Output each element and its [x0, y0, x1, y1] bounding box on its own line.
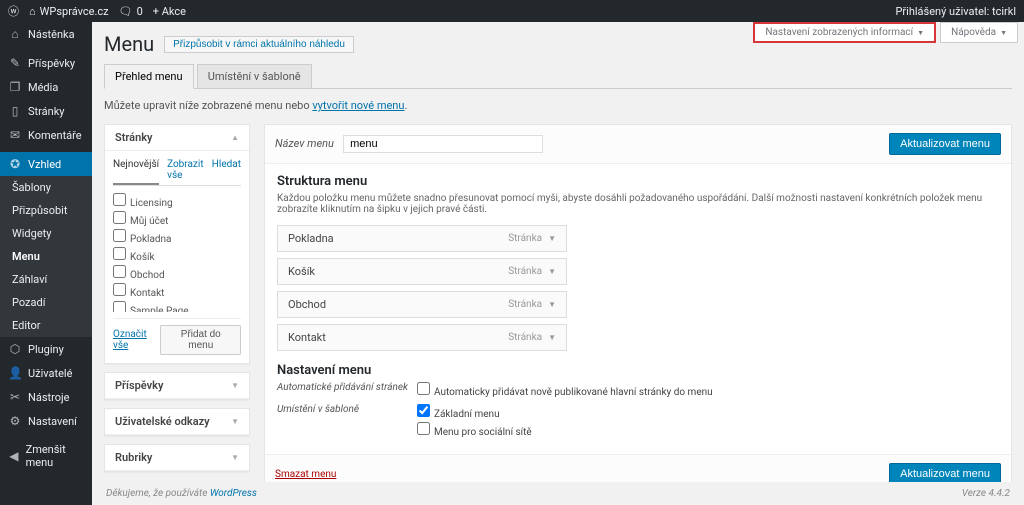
- sidebar-appearance-submenu: Šablony Přizpůsobit Widgety Menu Záhlaví…: [0, 176, 92, 337]
- sidebar-item-widgets[interactable]: Widgety: [0, 222, 92, 245]
- sidebar-item-posts[interactable]: ✎Příspěvky: [0, 51, 92, 75]
- chevron-down-icon: ▼: [231, 417, 239, 426]
- comment-icon: ✉: [8, 128, 22, 142]
- menu-item[interactable]: ObchodStránka▼: [277, 291, 567, 318]
- metabox-posts: Příspěvky▼: [104, 372, 250, 400]
- admin-footer: Děkujeme, že používáte WordPress Verze 4…: [92, 482, 1024, 505]
- menu-item[interactable]: PokladnaStránka▼: [277, 225, 567, 252]
- info-text: Můžete upravit níže zobrazené menu nebo …: [104, 99, 1012, 112]
- sidebar-item-header[interactable]: Záhlaví: [0, 268, 92, 291]
- sidebar-collapse[interactable]: ◀Zmenšit menu: [0, 438, 92, 474]
- metabox-categories-toggle[interactable]: Rubriky▼: [105, 445, 249, 471]
- screen-options-button[interactable]: Nastavení zobrazených informací▼: [753, 22, 936, 43]
- customize-menus-button[interactable]: Přizpůsobit v rámci aktuálního náhledu: [164, 36, 354, 53]
- page-checkbox[interactable]: Licensing: [113, 192, 241, 210]
- sidebar-item-menus[interactable]: Menu: [0, 245, 92, 268]
- pages-tab-search[interactable]: Hledat: [212, 159, 241, 185]
- sidebar-item-themes[interactable]: Šablony: [0, 176, 92, 199]
- nav-tabs: Přehled menu Umístění v šabloně: [104, 64, 1012, 89]
- metabox-categories: Rubriky▼: [104, 444, 250, 472]
- chevron-down-icon: ▼: [231, 453, 239, 462]
- metabox-pages: Stránky▲ Nejnovější Zobrazit vše Hledat …: [104, 124, 250, 364]
- main-content: Nastavení zobrazených informací▼ Nápověd…: [92, 22, 1024, 505]
- page-checkbox[interactable]: Kontakt: [113, 282, 241, 300]
- chevron-down-icon: ▼: [917, 29, 924, 37]
- version-text: Verze 4.4.2: [962, 488, 1010, 499]
- delete-menu-link[interactable]: Smazat menu: [275, 469, 336, 480]
- pages-tab-all[interactable]: Zobrazit vše: [167, 159, 204, 185]
- select-all-pages-link[interactable]: Označit vše: [113, 329, 160, 351]
- admin-bar: ⓦ ⌂ WPsprávce.cz 🗨 0 + Akce Přihlášený u…: [0, 0, 1024, 22]
- tab-manage-menus[interactable]: Přehled menu: [104, 64, 194, 89]
- admin-sidebar: ⌂Nástěnka ✎Příspěvky ❐Média ▯Stránky ✉Ko…: [0, 22, 92, 505]
- page-title: Menu: [104, 32, 154, 56]
- page-checkbox[interactable]: Košík: [113, 246, 241, 264]
- settings-icon: ⚙: [8, 414, 22, 428]
- sidebar-item-pages[interactable]: ▯Stránky: [0, 99, 92, 123]
- sidebar-item-settings[interactable]: ⚙Nastavení: [0, 409, 92, 433]
- locations-label: Umístění v šabloně: [277, 404, 417, 415]
- page-icon: ▯: [8, 104, 22, 118]
- page-checkbox[interactable]: Pokladna: [113, 228, 241, 246]
- chevron-down-icon[interactable]: ▼: [548, 267, 556, 276]
- pages-tab-recent[interactable]: Nejnovější: [113, 159, 159, 185]
- create-new-menu-link[interactable]: vytvořit nové menu: [312, 99, 404, 112]
- metabox-posts-toggle[interactable]: Příspěvky▼: [105, 373, 249, 399]
- location-primary-checkbox[interactable]: Základní menu: [417, 404, 532, 420]
- sidebar-item-editor[interactable]: Editor: [0, 314, 92, 337]
- user-icon: 👤: [8, 366, 22, 380]
- sidebar-item-customize[interactable]: Přizpůsobit: [0, 199, 92, 222]
- menu-settings-title: Nastavení menu: [277, 363, 999, 378]
- brush-icon: ✪: [8, 157, 22, 171]
- sidebar-item-comments[interactable]: ✉Komentáře: [0, 123, 92, 147]
- new-content-link[interactable]: + Akce: [153, 5, 186, 18]
- comments-link[interactable]: 🗨 0: [119, 5, 143, 18]
- location-social-checkbox[interactable]: Menu pro sociální sítě: [417, 422, 532, 438]
- add-to-menu-button[interactable]: Přidat do menu: [160, 325, 241, 355]
- tool-icon: ✂: [8, 390, 22, 404]
- pin-icon: ✎: [8, 56, 22, 70]
- auto-add-label: Automatické přidávání stránek: [277, 382, 417, 393]
- dashboard-icon: ⌂: [8, 27, 22, 41]
- sidebar-item-background[interactable]: Pozadí: [0, 291, 92, 314]
- metabox-links-toggle[interactable]: Uživatelské odkazy▼: [105, 409, 249, 435]
- sidebar-item-tools[interactable]: ✂Nástroje: [0, 385, 92, 409]
- chevron-down-icon: ▼: [1000, 29, 1007, 37]
- sidebar-item-media[interactable]: ❐Média: [0, 75, 92, 99]
- page-checkbox[interactable]: Obchod: [113, 264, 241, 282]
- page-checkbox[interactable]: Sample Page: [113, 300, 241, 312]
- pages-checklist: Licensing Můj účet Pokladna Košík Obchod…: [113, 192, 241, 312]
- chevron-up-icon: ▲: [231, 133, 239, 142]
- save-menu-button-top[interactable]: Aktualizovat menu: [889, 133, 1001, 155]
- chevron-down-icon[interactable]: ▼: [548, 234, 556, 243]
- metabox-links: Uživatelské odkazy▼: [104, 408, 250, 436]
- wordpress-link[interactable]: WordPress: [210, 488, 257, 499]
- auto-add-checkbox[interactable]: Automaticky přidávat nově publikované hl…: [417, 382, 713, 398]
- menu-frame: Název menu Aktualizovat menu Struktura m…: [264, 124, 1012, 494]
- menu-name-input[interactable]: [343, 135, 543, 153]
- sidebar-item-plugins[interactable]: ⬡Pluginy: [0, 337, 92, 361]
- collapse-icon: ◀: [8, 449, 20, 463]
- page-checkbox[interactable]: Můj účet: [113, 210, 241, 228]
- chevron-down-icon: ▼: [231, 381, 239, 390]
- sidebar-item-appearance[interactable]: ✪Vzhled: [0, 152, 92, 176]
- menu-items-list: PokladnaStránka▼ KošíkStránka▼ ObchodStr…: [277, 225, 999, 351]
- menu-structure-help: Každou položku menu můžete snadno přesun…: [277, 193, 999, 215]
- menu-item[interactable]: KošíkStránka▼: [277, 258, 567, 285]
- site-name-link[interactable]: ⌂ WPsprávce.cz: [29, 5, 109, 18]
- sidebar-item-dashboard[interactable]: ⌂Nástěnka: [0, 22, 92, 46]
- wordpress-logo-icon[interactable]: ⓦ: [8, 3, 19, 19]
- user-greeting[interactable]: Přihlášený uživatel: tcirkl: [895, 5, 1016, 18]
- menu-structure-title: Struktura menu: [277, 174, 999, 189]
- metabox-pages-toggle[interactable]: Stránky▲: [105, 125, 249, 151]
- chevron-down-icon[interactable]: ▼: [548, 333, 556, 342]
- plugin-icon: ⬡: [8, 342, 22, 356]
- media-icon: ❐: [8, 80, 22, 94]
- sidebar-item-users[interactable]: 👤Uživatelé: [0, 361, 92, 385]
- chevron-down-icon[interactable]: ▼: [548, 300, 556, 309]
- menu-item[interactable]: KontaktStránka▼: [277, 324, 567, 351]
- help-button[interactable]: Nápověda▼: [940, 22, 1018, 43]
- menu-name-label: Název menu: [275, 137, 334, 150]
- tab-manage-locations[interactable]: Umístění v šabloně: [197, 64, 312, 88]
